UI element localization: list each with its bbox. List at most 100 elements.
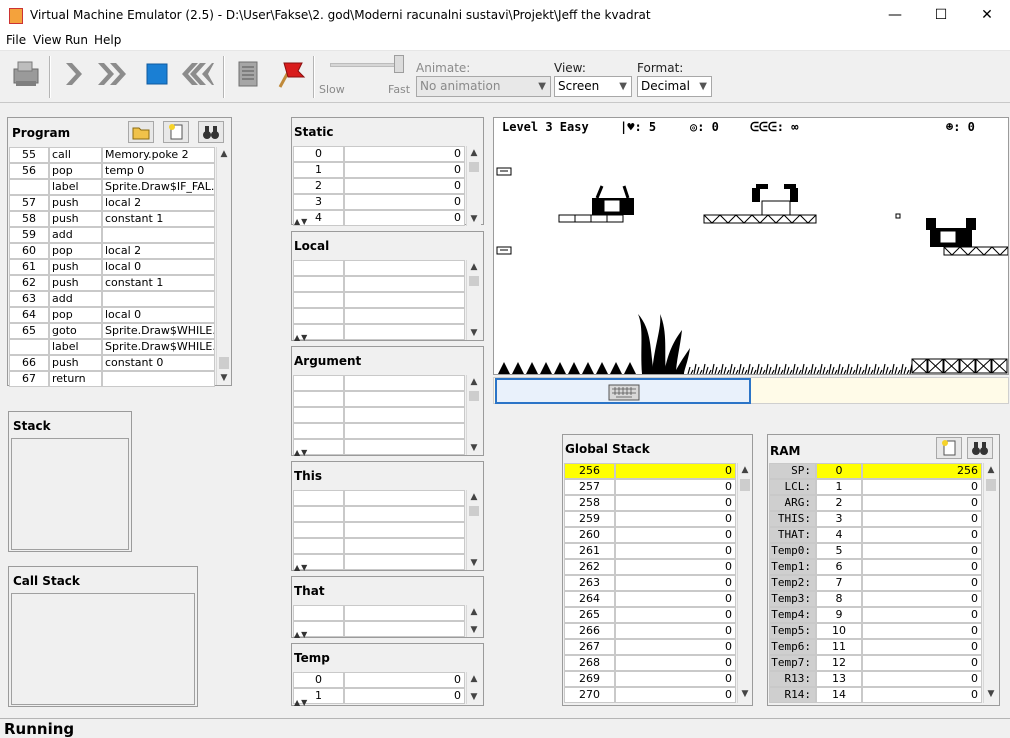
scroll-down-icon[interactable]: ▼ xyxy=(984,687,998,701)
argument-index[interactable] xyxy=(293,375,344,391)
this-index[interactable] xyxy=(293,538,344,554)
ram-address[interactable]: 2 xyxy=(816,495,862,511)
this-scrollbar[interactable]: ▲ ▼ xyxy=(466,490,481,570)
global-stack-address[interactable]: 257 xyxy=(564,479,615,495)
scroll-thumb[interactable] xyxy=(469,162,479,172)
program-line-number[interactable] xyxy=(9,339,49,355)
argument-value[interactable] xyxy=(344,439,465,455)
global-stack-address[interactable]: 270 xyxy=(564,687,615,703)
this-value[interactable] xyxy=(344,538,465,554)
static-scrollbar[interactable]: ▲ ▼ xyxy=(466,146,481,226)
ram-address[interactable]: 9 xyxy=(816,607,862,623)
scroll-up-icon[interactable]: ▲ xyxy=(467,605,481,619)
ram-address[interactable]: 5 xyxy=(816,543,862,559)
scroll-down-icon[interactable]: ▼ xyxy=(217,371,231,385)
argument-value[interactable] xyxy=(344,423,465,439)
program-line-number[interactable]: 60 xyxy=(9,243,49,259)
program-line-number[interactable]: 63 xyxy=(9,291,49,307)
program-command[interactable]: add xyxy=(49,291,102,307)
scroll-down-icon[interactable]: ▼ xyxy=(467,441,481,455)
open-file-button[interactable] xyxy=(128,121,154,143)
ram-value[interactable]: 0 xyxy=(862,479,982,495)
program-line-number[interactable]: 58 xyxy=(9,211,49,227)
scroll-up-icon[interactable]: ▲ xyxy=(467,490,481,504)
ram-address[interactable]: 0 xyxy=(816,463,862,479)
argument-value[interactable] xyxy=(344,375,465,391)
menu-run[interactable]: Run xyxy=(65,33,88,47)
scroll-down-icon[interactable]: ▼ xyxy=(467,690,481,704)
program-argument[interactable]: Sprite.Draw$WHILE... xyxy=(102,323,215,339)
stop-button[interactable] xyxy=(140,57,174,91)
search-button[interactable] xyxy=(198,121,224,143)
ram-value[interactable]: 0 xyxy=(862,671,982,687)
this-value[interactable] xyxy=(344,554,465,570)
global-stack-value[interactable]: 0 xyxy=(615,495,736,511)
program-command[interactable]: push xyxy=(49,275,102,291)
scroll-down-icon[interactable]: ▼ xyxy=(467,212,481,226)
ram-address[interactable]: 6 xyxy=(816,559,862,575)
local-value[interactable] xyxy=(344,292,465,308)
local-scrollbar[interactable]: ▲ ▼ xyxy=(466,260,481,340)
ram-address[interactable]: 11 xyxy=(816,639,862,655)
resize-arrows-icon[interactable]: ▲▼ xyxy=(294,630,308,639)
ram-address[interactable]: 12 xyxy=(816,655,862,671)
scroll-up-icon[interactable]: ▲ xyxy=(467,375,481,389)
local-value[interactable] xyxy=(344,308,465,324)
scroll-thumb[interactable] xyxy=(469,276,479,286)
program-command[interactable]: label xyxy=(49,179,102,195)
global-stack-address[interactable]: 263 xyxy=(564,575,615,591)
scroll-down-icon[interactable]: ▼ xyxy=(738,687,752,701)
program-command[interactable]: label xyxy=(49,339,102,355)
program-argument[interactable]: constant 1 xyxy=(102,275,215,291)
ram-address[interactable]: 3 xyxy=(816,511,862,527)
program-argument[interactable]: Sprite.Draw$WHILE... xyxy=(102,339,215,355)
menu-view[interactable]: View xyxy=(33,33,61,47)
program-argument[interactable]: local 0 xyxy=(102,259,215,275)
global-stack-value[interactable]: 0 xyxy=(615,527,736,543)
argument-value[interactable] xyxy=(344,391,465,407)
temp-value[interactable]: 0 xyxy=(344,688,465,704)
local-index[interactable] xyxy=(293,276,344,292)
program-argument[interactable]: local 2 xyxy=(102,195,215,211)
global-stack-address[interactable]: 268 xyxy=(564,655,615,671)
argument-index[interactable] xyxy=(293,391,344,407)
static-index[interactable]: 2 xyxy=(293,178,344,194)
global-stack-address[interactable]: 266 xyxy=(564,623,615,639)
temp-value[interactable]: 0 xyxy=(344,672,465,688)
minimize-button[interactable]: — xyxy=(872,0,918,31)
ram-value[interactable]: 0 xyxy=(862,575,982,591)
resize-arrows-icon[interactable]: ▲▼ xyxy=(294,563,308,572)
global-stack-address[interactable]: 269 xyxy=(564,671,615,687)
argument-index[interactable] xyxy=(293,407,344,423)
ram-address[interactable]: 8 xyxy=(816,591,862,607)
static-value[interactable]: 0 xyxy=(344,210,465,226)
menu-help[interactable]: Help xyxy=(94,33,121,47)
global-stack-value[interactable]: 0 xyxy=(615,463,736,479)
static-value[interactable]: 0 xyxy=(344,178,465,194)
scroll-thumb[interactable] xyxy=(469,391,479,401)
ram-value[interactable]: 0 xyxy=(862,591,982,607)
global-stack-value[interactable]: 0 xyxy=(615,639,736,655)
resize-arrows-icon[interactable]: ▲▼ xyxy=(294,448,308,457)
ram-address[interactable]: 13 xyxy=(816,671,862,687)
scroll-up-icon[interactable]: ▲ xyxy=(467,672,481,686)
ram-value[interactable]: 0 xyxy=(862,607,982,623)
that-index[interactable] xyxy=(293,605,344,621)
argument-value[interactable] xyxy=(344,407,465,423)
maximize-button[interactable]: ☐ xyxy=(918,0,964,31)
scroll-down-icon[interactable]: ▼ xyxy=(467,556,481,570)
speed-slider-thumb[interactable] xyxy=(394,55,404,73)
program-command[interactable]: pop xyxy=(49,307,102,323)
ram-value[interactable]: 256 xyxy=(862,463,982,479)
program-command[interactable]: push xyxy=(49,195,102,211)
load-program-button[interactable] xyxy=(8,57,42,91)
program-command[interactable]: add xyxy=(49,227,102,243)
call-stack-list[interactable] xyxy=(11,593,195,705)
script-button[interactable] xyxy=(231,57,265,91)
temp-scrollbar[interactable]: ▲ ▼ xyxy=(466,672,481,704)
stack-list[interactable] xyxy=(11,438,129,550)
static-index[interactable]: 3 xyxy=(293,194,344,210)
program-scrollbar[interactable]: ▲ ▼ xyxy=(216,147,231,385)
speed-slider[interactable] xyxy=(330,63,404,67)
single-step-button[interactable] xyxy=(58,57,92,91)
